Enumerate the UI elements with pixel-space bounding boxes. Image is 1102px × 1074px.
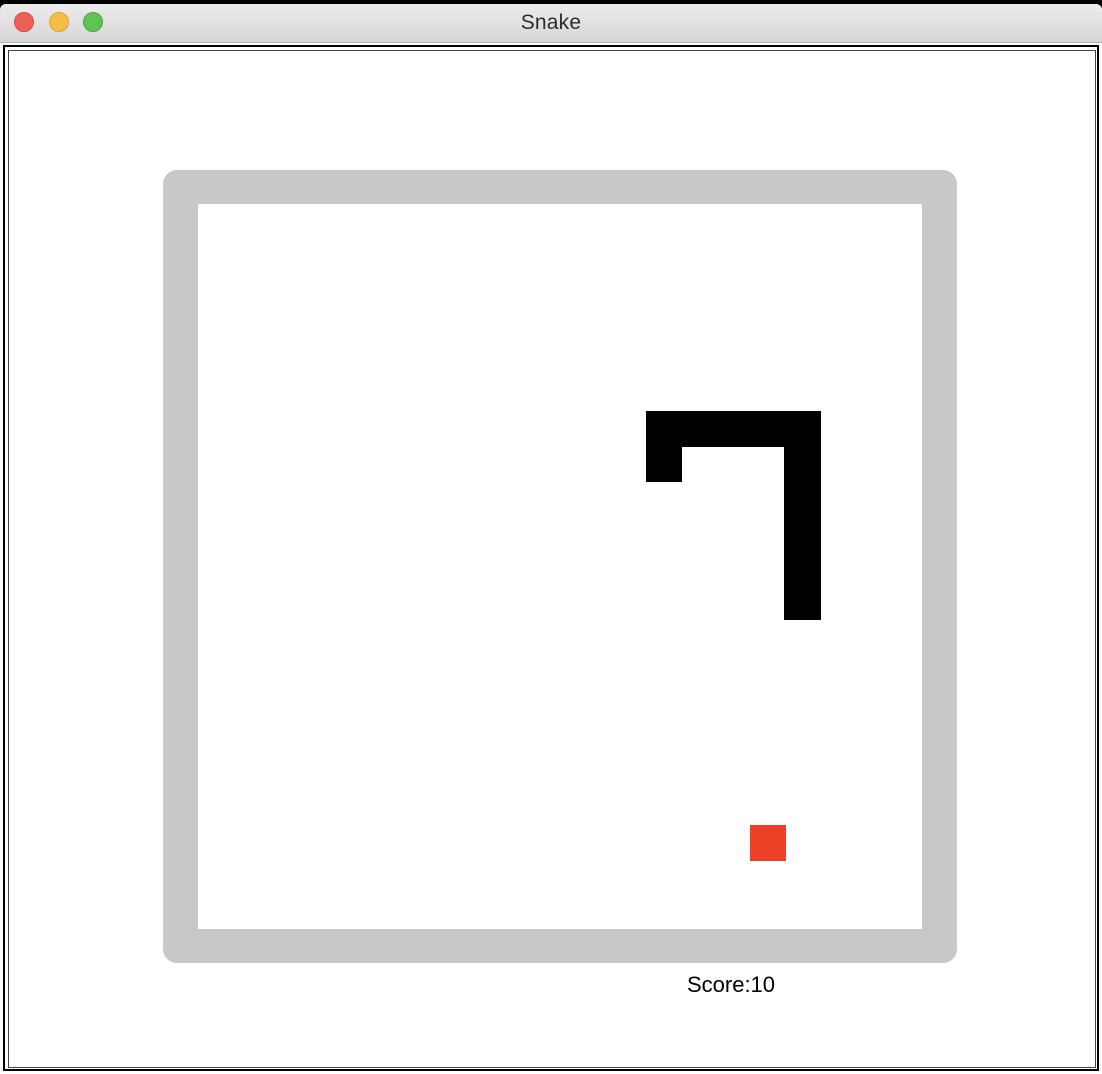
food-pellet (750, 825, 786, 861)
score-label: Score:10 (686, 972, 776, 997)
title-bar[interactable]: Snake (0, 4, 1102, 43)
window-title: Snake (520, 11, 582, 34)
snake-segment (784, 411, 821, 620)
